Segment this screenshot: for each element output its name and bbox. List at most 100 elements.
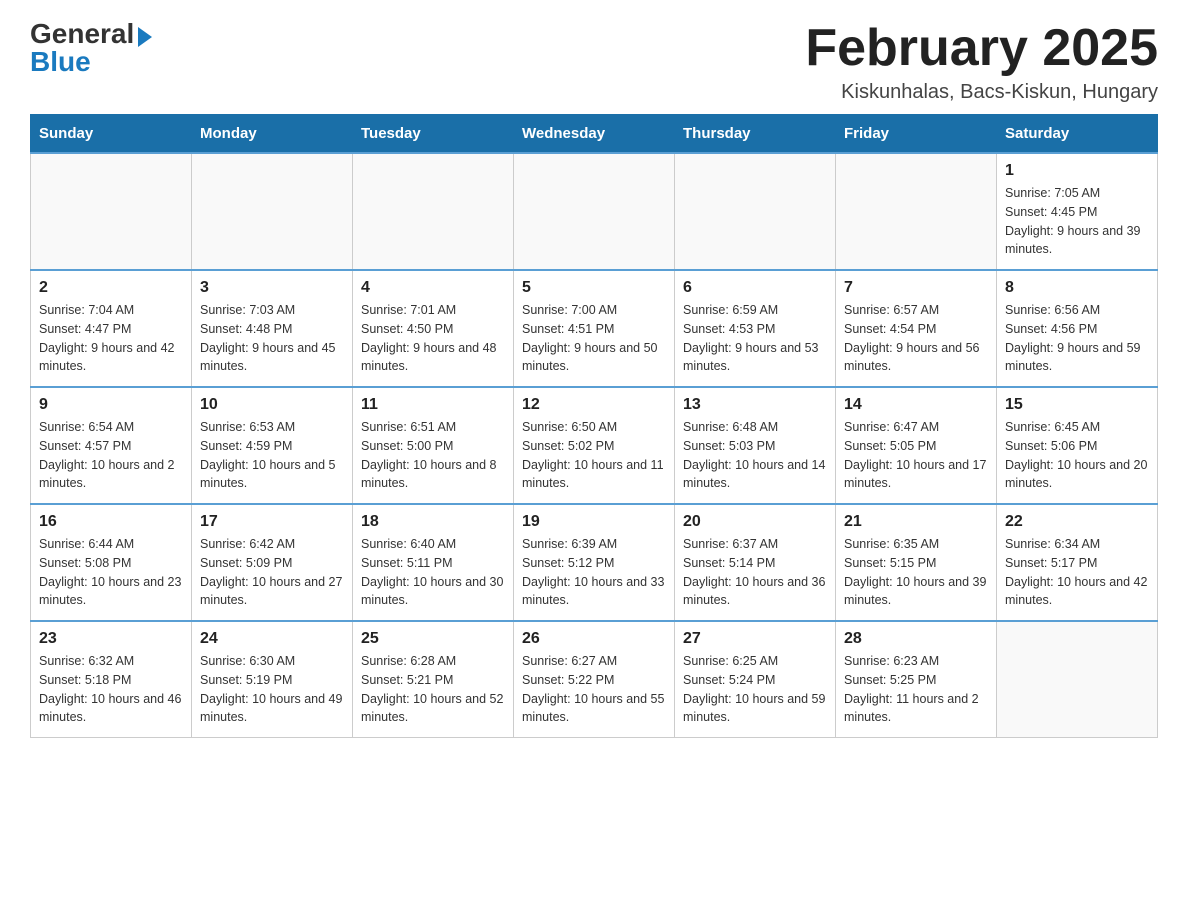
- day-number: 7: [844, 279, 988, 297]
- day-detail: Sunrise: 6:30 AMSunset: 5:19 PMDaylight:…: [200, 652, 344, 727]
- day-detail: Sunrise: 6:44 AMSunset: 5:08 PMDaylight:…: [39, 535, 183, 610]
- day-detail: Sunrise: 6:28 AMSunset: 5:21 PMDaylight:…: [361, 652, 505, 727]
- day-header-monday: Monday: [192, 115, 353, 154]
- calendar-cell: 26 Sunrise: 6:27 AMSunset: 5:22 PMDayligh…: [514, 621, 675, 738]
- day-number: 18: [361, 513, 505, 531]
- day-number: 14: [844, 396, 988, 414]
- day-detail: Sunrise: 6:37 AMSunset: 5:14 PMDaylight:…: [683, 535, 827, 610]
- day-header-wednesday: Wednesday: [514, 115, 675, 154]
- day-header-saturday: Saturday: [997, 115, 1158, 154]
- calendar-cell: [514, 153, 675, 270]
- day-number: 16: [39, 513, 183, 531]
- day-number: 8: [1005, 279, 1149, 297]
- calendar-cell: [836, 153, 997, 270]
- calendar-cell: [192, 153, 353, 270]
- calendar-cell: 6 Sunrise: 6:59 AMSunset: 4:53 PMDaylight…: [675, 270, 836, 387]
- day-number: 3: [200, 279, 344, 297]
- day-number: 1: [1005, 162, 1149, 180]
- day-detail: Sunrise: 6:50 AMSunset: 5:02 PMDaylight:…: [522, 418, 666, 493]
- calendar-cell: 13 Sunrise: 6:48 AMSunset: 5:03 PMDayligh…: [675, 387, 836, 504]
- title-block: February 2025 Kiskunhalas, Bacs-Kiskun, …: [805, 20, 1158, 104]
- day-detail: Sunrise: 6:53 AMSunset: 4:59 PMDaylight:…: [200, 418, 344, 493]
- day-number: 25: [361, 630, 505, 648]
- calendar-cell: 3Sunrise: 7:03 AMSunset: 4:48 PMDaylight…: [192, 270, 353, 387]
- day-number: 10: [200, 396, 344, 414]
- day-detail: Sunrise: 6:34 AMSunset: 5:17 PMDaylight:…: [1005, 535, 1149, 610]
- calendar-cell: 20 Sunrise: 6:37 AMSunset: 5:14 PMDayligh…: [675, 504, 836, 621]
- calendar-header: SundayMondayTuesdayWednesdayThursdayFrid…: [31, 115, 1158, 154]
- day-number: 28: [844, 630, 988, 648]
- day-number: 27: [683, 630, 827, 648]
- calendar-week-2: 2 Sunrise: 7:04 AMSunset: 4:47 PMDaylight…: [31, 270, 1158, 387]
- calendar-table: SundayMondayTuesdayWednesdayThursdayFrid…: [30, 114, 1158, 738]
- calendar-cell: 19 Sunrise: 6:39 AMSunset: 5:12 PMDayligh…: [514, 504, 675, 621]
- calendar-cell: 21Sunrise: 6:35 AMSunset: 5:15 PMDayligh…: [836, 504, 997, 621]
- calendar-cell: 11 Sunrise: 6:51 AMSunset: 5:00 PMDayligh…: [353, 387, 514, 504]
- day-header-friday: Friday: [836, 115, 997, 154]
- logo-blue-text: Blue: [30, 46, 91, 77]
- day-number: 2: [39, 279, 183, 297]
- calendar-week-1: 1Sunrise: 7:05 AMSunset: 4:45 PMDaylight…: [31, 153, 1158, 270]
- calendar-cell: [997, 621, 1158, 738]
- day-detail: Sunrise: 7:00 AMSunset: 4:51 PMDaylight:…: [522, 301, 666, 376]
- header-row: SundayMondayTuesdayWednesdayThursdayFrid…: [31, 115, 1158, 154]
- day-number: 22: [1005, 513, 1149, 531]
- day-detail: Sunrise: 6:56 AMSunset: 4:56 PMDaylight:…: [1005, 301, 1149, 376]
- day-number: 20: [683, 513, 827, 531]
- day-detail: Sunrise: 6:51 AMSunset: 5:00 PMDaylight:…: [361, 418, 505, 493]
- calendar-cell: 5 Sunrise: 7:00 AMSunset: 4:51 PMDaylight…: [514, 270, 675, 387]
- day-number: 12: [522, 396, 666, 414]
- day-header-sunday: Sunday: [31, 115, 192, 154]
- day-header-tuesday: Tuesday: [353, 115, 514, 154]
- calendar-cell: 12 Sunrise: 6:50 AMSunset: 5:02 PMDayligh…: [514, 387, 675, 504]
- calendar-cell: [675, 153, 836, 270]
- calendar-cell: 2 Sunrise: 7:04 AMSunset: 4:47 PMDaylight…: [31, 270, 192, 387]
- calendar-cell: 27 Sunrise: 6:25 AMSunset: 5:24 PMDayligh…: [675, 621, 836, 738]
- day-number: 9: [39, 396, 183, 414]
- calendar-cell: 10 Sunrise: 6:53 AMSunset: 4:59 PMDayligh…: [192, 387, 353, 504]
- calendar-cell: 7 Sunrise: 6:57 AMSunset: 4:54 PMDaylight…: [836, 270, 997, 387]
- logo: General Blue: [30, 20, 152, 76]
- day-number: 15: [1005, 396, 1149, 414]
- day-number: 23: [39, 630, 183, 648]
- day-detail: Sunrise: 6:57 AMSunset: 4:54 PMDaylight:…: [844, 301, 988, 376]
- calendar-week-3: 9 Sunrise: 6:54 AMSunset: 4:57 PMDaylight…: [31, 387, 1158, 504]
- day-header-thursday: Thursday: [675, 115, 836, 154]
- calendar-cell: 23Sunrise: 6:32 AMSunset: 5:18 PMDayligh…: [31, 621, 192, 738]
- day-detail: Sunrise: 7:04 AMSunset: 4:47 PMDaylight:…: [39, 301, 183, 376]
- calendar-cell: 8 Sunrise: 6:56 AMSunset: 4:56 PMDaylight…: [997, 270, 1158, 387]
- day-detail: Sunrise: 7:01 AMSunset: 4:50 PMDaylight:…: [361, 301, 505, 376]
- day-detail: Sunrise: 6:54 AMSunset: 4:57 PMDaylight:…: [39, 418, 183, 493]
- day-detail: Sunrise: 6:59 AMSunset: 4:53 PMDaylight:…: [683, 301, 827, 376]
- calendar-cell: 4 Sunrise: 7:01 AMSunset: 4:50 PMDaylight…: [353, 270, 514, 387]
- day-detail: Sunrise: 6:25 AMSunset: 5:24 PMDaylight:…: [683, 652, 827, 727]
- day-detail: Sunrise: 6:27 AMSunset: 5:22 PMDaylight:…: [522, 652, 666, 727]
- day-detail: Sunrise: 6:40 AMSunset: 5:11 PMDaylight:…: [361, 535, 505, 610]
- day-number: 19: [522, 513, 666, 531]
- day-number: 5: [522, 279, 666, 297]
- day-detail: Sunrise: 6:48 AMSunset: 5:03 PMDaylight:…: [683, 418, 827, 493]
- calendar-week-4: 16 Sunrise: 6:44 AMSunset: 5:08 PMDayligh…: [31, 504, 1158, 621]
- calendar-cell: [31, 153, 192, 270]
- calendar-cell: 1Sunrise: 7:05 AMSunset: 4:45 PMDaylight…: [997, 153, 1158, 270]
- logo-general-text: General: [30, 18, 134, 49]
- calendar-cell: 18 Sunrise: 6:40 AMSunset: 5:11 PMDayligh…: [353, 504, 514, 621]
- day-number: 11: [361, 396, 505, 414]
- day-number: 4: [361, 279, 505, 297]
- day-detail: Sunrise: 6:39 AMSunset: 5:12 PMDaylight:…: [522, 535, 666, 610]
- calendar-cell: 24 Sunrise: 6:30 AMSunset: 5:19 PMDayligh…: [192, 621, 353, 738]
- calendar-cell: 22 Sunrise: 6:34 AMSunset: 5:17 PMDayligh…: [997, 504, 1158, 621]
- day-detail: Sunrise: 6:45 AMSunset: 5:06 PMDaylight:…: [1005, 418, 1149, 493]
- calendar-cell: 15 Sunrise: 6:45 AMSunset: 5:06 PMDayligh…: [997, 387, 1158, 504]
- day-number: 17: [200, 513, 344, 531]
- calendar-cell: 16 Sunrise: 6:44 AMSunset: 5:08 PMDayligh…: [31, 504, 192, 621]
- calendar-cell: 28Sunrise: 6:23 AMSunset: 5:25 PMDayligh…: [836, 621, 997, 738]
- calendar-body: 1Sunrise: 7:05 AMSunset: 4:45 PMDaylight…: [31, 153, 1158, 738]
- day-number: 26: [522, 630, 666, 648]
- calendar-cell: [353, 153, 514, 270]
- day-number: 6: [683, 279, 827, 297]
- calendar-cell: 25 Sunrise: 6:28 AMSunset: 5:21 PMDayligh…: [353, 621, 514, 738]
- calendar-cell: 17Sunrise: 6:42 AMSunset: 5:09 PMDayligh…: [192, 504, 353, 621]
- day-number: 24: [200, 630, 344, 648]
- day-number: 13: [683, 396, 827, 414]
